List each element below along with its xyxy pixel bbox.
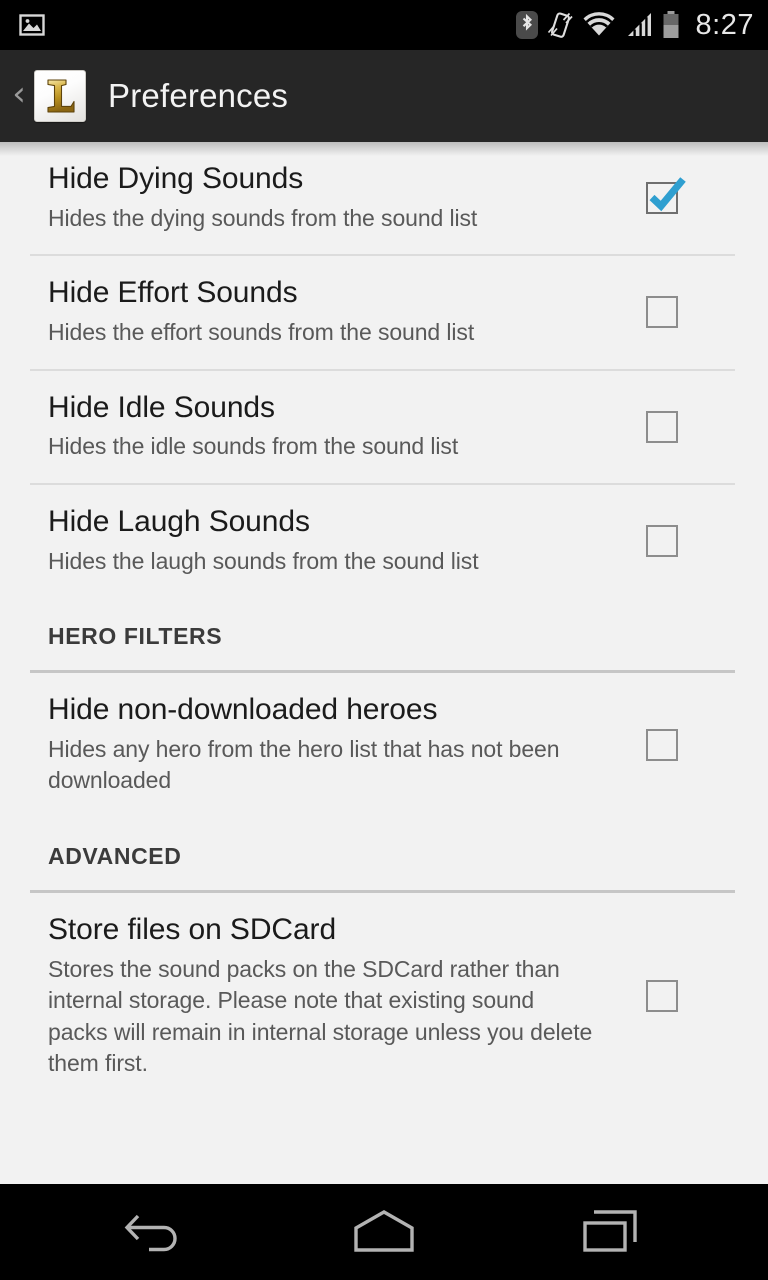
checkbox-box [646,410,678,443]
recents-icon [583,1210,638,1252]
preference-summary: Stores the sound packs on the SDCard rat… [48,955,593,1077]
preference-widget [608,729,716,762]
home-icon [354,1210,414,1252]
preference-widget [608,410,716,443]
preference-text-group: Hide Laugh Sounds Hides the laugh sounds… [48,505,608,577]
vibrate-mode-icon [547,10,573,40]
page-title: Preferences [108,77,289,114]
wifi-signal-icon [582,11,616,39]
action-bar: ‹ Preferences [0,50,768,142]
preference-text-group: Hide non-downloaded heroes Hides any her… [48,693,608,797]
preference-row-hide-effort-sounds[interactable]: Hide Effort Sounds Hides the effort soun… [0,256,768,368]
cellular-signal-icon [625,11,653,39]
section-header-advanced: ADVANCED [0,817,768,880]
section-title: HERO FILTERS [48,623,223,650]
preference-widget [608,980,716,1013]
preference-summary: Hides the effort sounds from the sound l… [48,319,475,346]
preference-title: Hide Effort Sounds [48,276,298,310]
preference-title: Hide Laugh Sounds [48,504,310,538]
preference-text-group: Store files on SDCard Stores the sound p… [48,913,608,1080]
preference-summary: Hides the laugh sounds from the sound li… [48,547,479,574]
section-header-hero-filters: HERO FILTERS [0,597,768,660]
checkbox-box [646,525,678,558]
checkbox-hide-effort-sounds[interactable] [646,296,678,329]
status-bar-clock: 8:27 [695,8,754,41]
checkbox-hide-laugh-sounds[interactable] [646,525,678,558]
check-mark-icon [649,177,686,212]
nav-recents-button[interactable] [538,1184,688,1280]
preference-summary: Hides the dying sounds from the sound li… [48,204,478,231]
preference-widget [608,177,716,215]
app-icon[interactable] [34,70,86,122]
checkbox-hide-non-downloaded-heroes[interactable] [646,729,678,762]
nav-back-button[interactable] [80,1184,230,1280]
preference-title: Store files on SDCard [48,912,337,946]
preference-row-hide-laugh-sounds[interactable]: Hide Laugh Sounds Hides the laugh sounds… [0,485,768,597]
back-arrow-icon [124,1214,177,1252]
up-navigation-chevron-icon[interactable]: ‹ [6,50,32,142]
preference-title: Hide Dying Sounds [48,162,304,195]
checkbox-box [646,296,678,329]
preference-row-hide-dying-sounds[interactable]: Hide Dying Sounds Hides the dying sounds… [0,142,768,254]
preference-summary: Hides the idle sounds from the sound lis… [48,433,459,460]
preference-summary: Hides any hero from the hero list that h… [48,735,560,794]
android-screen: 8:27 ‹ Preferences Hide Dying Sounds Hid… [0,0,768,1280]
preference-row-hide-idle-sounds[interactable]: Hide Idle Sounds Hides the idle sounds f… [0,371,768,483]
preference-title: Hide non-downloaded heroes [48,693,438,727]
preference-title: Hide Idle Sounds [48,390,275,424]
bluetooth-icon [515,10,538,40]
image-notification-icon [18,11,46,39]
status-bar-system-icons: 8:27 [515,8,754,42]
checkbox-box [646,980,678,1013]
checkbox-box [646,729,678,762]
preference-list: Hide Dying Sounds Hides the dying sounds… [0,142,768,1100]
preference-widget [608,525,716,558]
preferences-content: Hide Dying Sounds Hides the dying sounds… [0,142,768,1184]
preference-text-group: Hide Idle Sounds Hides the idle sounds f… [48,391,608,463]
status-bar: 8:27 [0,0,768,50]
checkbox-store-files-on-sdcard[interactable] [646,980,678,1013]
checkbox-hide-dying-sounds[interactable] [646,177,686,215]
preference-text-group: Hide Effort Sounds Hides the effort soun… [48,276,608,348]
status-bar-notifications [18,11,46,39]
battery-icon [662,10,680,40]
checkbox-hide-idle-sounds[interactable] [646,410,678,443]
preference-row-hide-non-downloaded-heroes[interactable]: Hide non-downloaded heroes Hides any her… [0,673,768,817]
navigation-bar [0,1184,768,1280]
preference-widget [608,296,716,329]
preference-row-store-files-on-sdcard[interactable]: Store files on SDCard Stores the sound p… [0,893,768,1100]
section-title: ADVANCED [48,842,182,869]
preference-text-group: Hide Dying Sounds Hides the dying sounds… [48,162,608,234]
nav-home-button[interactable] [309,1184,459,1280]
